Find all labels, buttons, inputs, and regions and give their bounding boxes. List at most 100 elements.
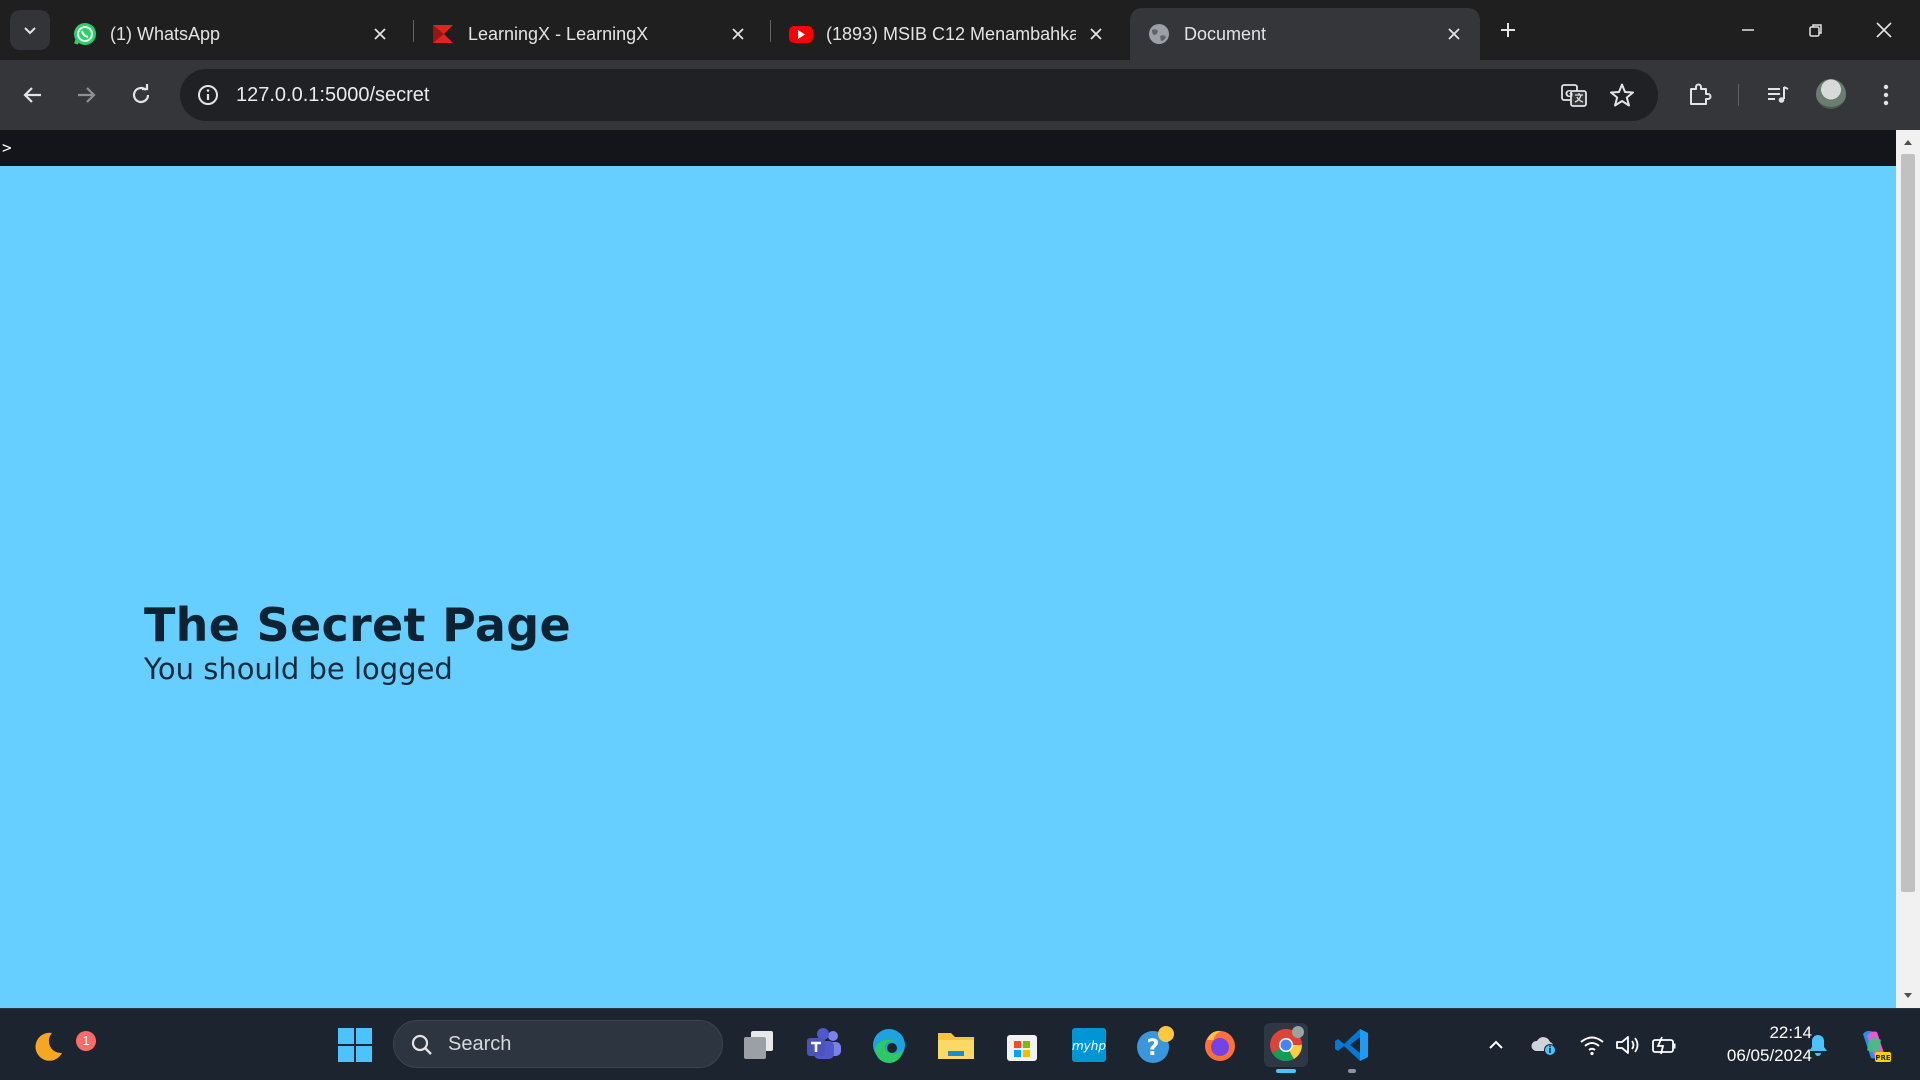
close-tab-icon[interactable] [1084, 22, 1108, 46]
close-icon [1875, 21, 1893, 39]
taskbar-get-help[interactable]: ? [1133, 1023, 1177, 1067]
page-title: The Secret Page [144, 598, 571, 652]
url-text[interactable]: 127.0.0.1:5000/secret [236, 69, 430, 121]
scroll-up-arrow-icon[interactable] [1896, 130, 1920, 154]
plus-icon [1499, 21, 1517, 39]
taskbar-store[interactable] [1000, 1023, 1044, 1067]
close-tab-icon[interactable] [368, 22, 392, 46]
windows-logo-icon [337, 1027, 373, 1063]
close-tab-icon[interactable] [1442, 22, 1466, 46]
widgets-button[interactable]: 1 [26, 1023, 96, 1067]
notification-bell-icon[interactable] [1804, 1031, 1832, 1059]
extensions-button[interactable] [1679, 75, 1719, 115]
reload-icon [130, 84, 152, 106]
edge-icon [870, 1026, 908, 1064]
task-view-icon [741, 1027, 777, 1063]
url-path: :5000/secret [319, 84, 430, 106]
taskbar-file-explorer[interactable] [934, 1023, 978, 1067]
tab-whatsapp[interactable]: (1) WhatsApp [56, 8, 406, 60]
tab-youtube[interactable]: (1893) MSIB C12 Menambahkan [772, 8, 1122, 60]
svg-text:?: ? [1147, 1036, 1160, 1061]
profile-avatar[interactable] [1816, 79, 1846, 109]
globe-icon [1146, 21, 1172, 47]
back-button[interactable] [13, 75, 53, 115]
arrow-left-icon [22, 84, 44, 106]
browser-menu-button[interactable] [1866, 75, 1906, 115]
toolbar-divider [1738, 84, 1739, 106]
page-viewport: > The Secret Page You should be logged [0, 130, 1896, 1008]
learningx-icon [430, 21, 456, 47]
taskbar-firefox[interactable] [1198, 1023, 1242, 1067]
windows-taskbar: 1 Search myhp ? 22:14 06/05/2024 PRE [0, 1008, 1920, 1080]
folder-icon [936, 1027, 976, 1063]
system-clock[interactable]: 22:14 06/05/2024 [1692, 1021, 1812, 1067]
running-indicator [1276, 1069, 1296, 1073]
tab-separator [770, 20, 771, 42]
minimize-icon [1740, 22, 1756, 38]
tab-title: (1893) MSIB C12 Menambahkan [826, 23, 1076, 44]
chevron-down-icon [22, 22, 38, 38]
copilot-icon[interactable]: PRE [1854, 1025, 1894, 1065]
taskbar-search[interactable]: Search [393, 1020, 723, 1068]
tab-learningx[interactable]: LearningX - LearningX [414, 8, 764, 60]
firefox-icon [1201, 1026, 1239, 1064]
tab-search-button[interactable] [10, 10, 50, 50]
page-subtitle: You should be logged [144, 652, 453, 686]
taskbar-chrome[interactable] [1264, 1023, 1308, 1073]
youtube-icon [788, 21, 814, 47]
page-scrollbar[interactable] [1896, 130, 1920, 1008]
start-button[interactable] [333, 1023, 377, 1067]
tab-title: LearningX - LearningX [468, 23, 649, 44]
address-bar[interactable]: 127.0.0.1:5000/secret G [180, 69, 1658, 121]
wifi-icon[interactable] [1578, 1031, 1606, 1059]
tab-title: (1) WhatsApp [110, 23, 221, 44]
taskbar-myhp[interactable]: myhp [1067, 1023, 1111, 1067]
search-icon [410, 1033, 434, 1057]
browser-toolbar: 127.0.0.1:5000/secret G [0, 60, 1920, 130]
debug-bar: > [0, 130, 1896, 166]
search-label: Search [448, 1033, 512, 1055]
translate-icon[interactable]: G [1558, 79, 1590, 111]
taskbar-task-view[interactable] [737, 1023, 781, 1067]
taskbar-edge[interactable] [867, 1023, 911, 1067]
battery-charging-icon[interactable] [1650, 1031, 1678, 1059]
tab-document[interactable]: Document [1130, 8, 1480, 60]
onedrive-cloud-icon[interactable] [1530, 1031, 1558, 1059]
tab-strip: (1) WhatsApp LearningX - LearningX (1893… [0, 0, 1920, 60]
scroll-down-arrow-icon[interactable] [1896, 984, 1920, 1008]
svg-text:G: G [1565, 89, 1573, 100]
clock-date: 06/05/2024 [1726, 1046, 1812, 1065]
running-indicator [1348, 1069, 1356, 1073]
close-tab-icon[interactable] [726, 22, 750, 46]
media-controls-button[interactable] [1758, 75, 1798, 115]
restore-icon [1808, 22, 1824, 38]
reload-button[interactable] [121, 75, 161, 115]
help-icon: ? [1135, 1025, 1175, 1065]
store-icon [1004, 1027, 1040, 1063]
whatsapp-icon [72, 21, 98, 47]
secret-hero: The Secret Page You should be logged [144, 598, 571, 686]
scrollbar-thumb[interactable] [1901, 154, 1915, 892]
new-tab-button[interactable] [1492, 14, 1524, 46]
forward-button[interactable] [66, 75, 106, 115]
media-queue-icon [1765, 82, 1791, 108]
page-content: The Secret Page You should be logged [0, 166, 1896, 1008]
clock-time: 22:14 [1769, 1023, 1812, 1042]
show-hidden-icons-chevron-up-icon[interactable] [1482, 1031, 1510, 1059]
close-window-button[interactable] [1850, 0, 1918, 60]
tab-title: Document [1184, 23, 1267, 44]
site-info-icon[interactable] [192, 79, 224, 111]
teams-icon [805, 1026, 843, 1064]
taskbar-teams[interactable] [802, 1023, 846, 1067]
minimize-button[interactable] [1714, 0, 1782, 60]
volume-icon[interactable] [1614, 1031, 1642, 1059]
svg-text:PRE: PRE [1875, 1054, 1891, 1062]
notification-badge: 1 [76, 1031, 96, 1051]
taskbar-vscode[interactable] [1330, 1023, 1374, 1073]
vscode-icon [1333, 1026, 1371, 1064]
bookmark-star-icon[interactable] [1606, 79, 1638, 111]
restore-button[interactable] [1782, 0, 1850, 60]
puzzle-icon [1686, 82, 1712, 108]
svg-text:myhp: myhp [1072, 1039, 1106, 1053]
weather-moon-icon [28, 1025, 68, 1065]
